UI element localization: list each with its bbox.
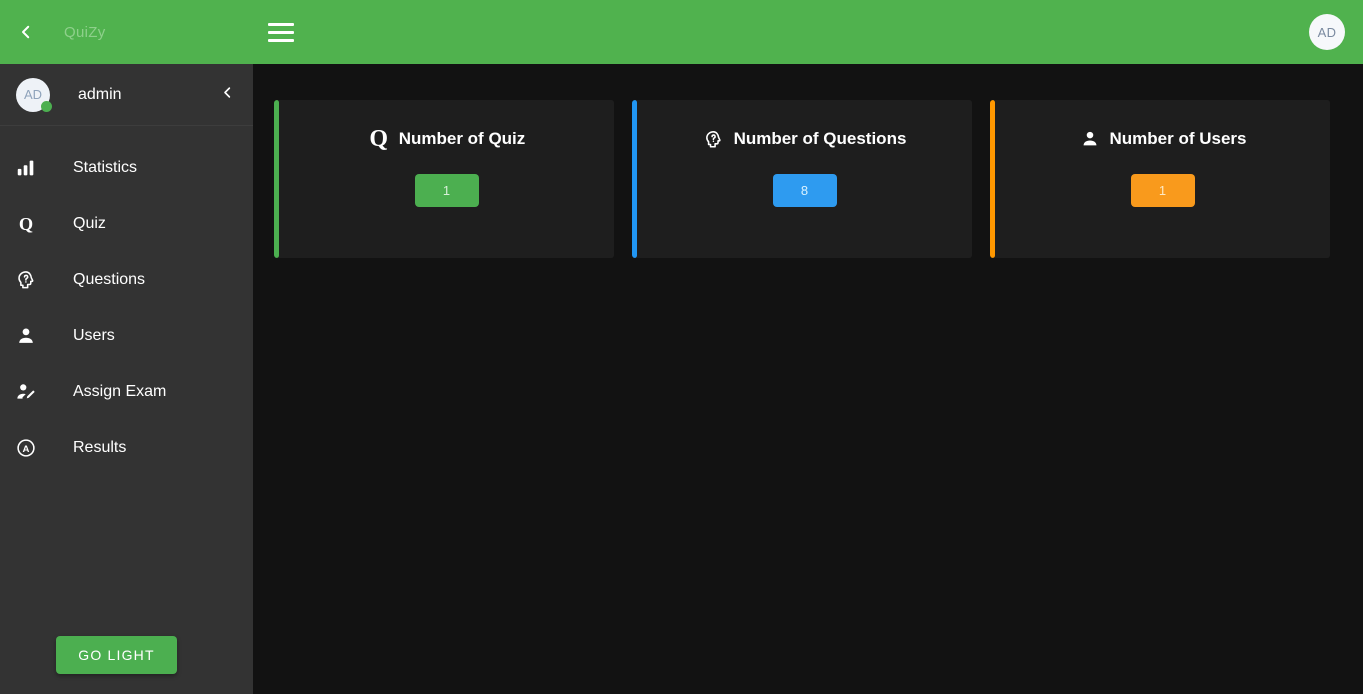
card-body: Q Number of Quiz 1 [279, 100, 614, 258]
card-title: Number of Questions [733, 129, 907, 148]
card-value-badge[interactable]: 8 [772, 174, 837, 207]
psychology-question-icon [703, 128, 725, 150]
sidebar-nav: Statistics Q Quiz Questions Users Assign… [0, 126, 253, 476]
stat-card-number-of-questions: Number of Questions 8 [632, 100, 972, 258]
go-light-button[interactable]: GO LIGHT [56, 636, 177, 674]
person-edit-icon [12, 378, 40, 406]
sidebar-item-label: Questions [73, 271, 146, 288]
hamburger-bar [268, 38, 294, 42]
card-value-badge[interactable]: 1 [414, 174, 479, 207]
card-accent-bar [274, 100, 279, 258]
psychology-question-icon [12, 266, 40, 294]
bar-chart-icon [12, 154, 40, 182]
sidebar-item-label: Users [73, 327, 115, 344]
hamburger-bar [268, 22, 294, 26]
svg-text:A: A [23, 444, 30, 455]
back-button[interactable] [0, 0, 52, 64]
sidebar-item-questions[interactable]: Questions [0, 252, 253, 308]
card-value-badge[interactable]: 1 [1130, 174, 1195, 207]
letter-q-icon: Q [12, 210, 40, 238]
card-title: Number of Quiz [398, 129, 526, 148]
sidebar-item-assign-exam[interactable]: Assign Exam [0, 364, 253, 420]
circled-a-icon: A [12, 434, 40, 462]
stat-cards-row: Q Number of Quiz 1 Number of Questions 8… [253, 64, 1363, 258]
avatar: AD [16, 77, 52, 112]
sidebar-item-label: Quiz [73, 215, 106, 232]
app-title: QuiZy [64, 23, 106, 41]
card-title-row: Number of Questions [703, 128, 907, 150]
top-app-bar: QuiZy AD [0, 0, 1363, 64]
sidebar-collapse-button[interactable] [220, 85, 235, 105]
theme-toggle-container: GO LIGHT [0, 636, 253, 674]
sidebar-item-users[interactable]: Users [0, 308, 253, 364]
sidebar-user-name: admin [78, 85, 122, 103]
chevron-left-icon [17, 23, 35, 41]
account-avatar[interactable]: AD [1309, 14, 1345, 50]
sidebar-item-label: Assign Exam [73, 383, 167, 400]
sidebar-item-results[interactable]: A Results [0, 420, 253, 476]
svg-text:Q: Q [19, 214, 33, 234]
stat-card-number-of-users: Number of Users 1 [990, 100, 1330, 258]
online-status-dot [41, 100, 52, 112]
card-accent-bar [990, 100, 995, 258]
main-content: Q Number of Quiz 1 Number of Questions 8… [253, 64, 1363, 694]
card-accent-bar [632, 100, 637, 258]
sidebar-item-quiz[interactable]: Q Quiz [0, 196, 253, 252]
card-body: Number of Questions 8 [637, 100, 972, 258]
sidebar-user-profile[interactable]: AD admin [0, 64, 253, 126]
card-title-row: Q Number of Quiz [368, 126, 526, 152]
letter-q-icon: Q [369, 126, 389, 152]
card-body: Number of Users 1 [995, 100, 1330, 258]
stat-card-number-of-quiz: Q Number of Quiz 1 [274, 100, 614, 258]
sidebar: AD admin Statistics Q Quiz Questions Use… [0, 64, 253, 694]
chevron-left-icon [220, 85, 235, 105]
card-title: Number of Users [1109, 129, 1247, 148]
avatar-initials: AD [23, 87, 43, 102]
person-icon [1079, 128, 1101, 150]
person-icon [12, 322, 40, 350]
sidebar-item-label: Results [73, 439, 127, 456]
hamburger-bar [268, 30, 294, 34]
card-title-row: Number of Users [1079, 128, 1247, 150]
sidebar-item-statistics[interactable]: Statistics [0, 140, 253, 196]
sidebar-item-label: Statistics [73, 159, 138, 176]
hamburger-menu-icon[interactable] [268, 18, 296, 46]
